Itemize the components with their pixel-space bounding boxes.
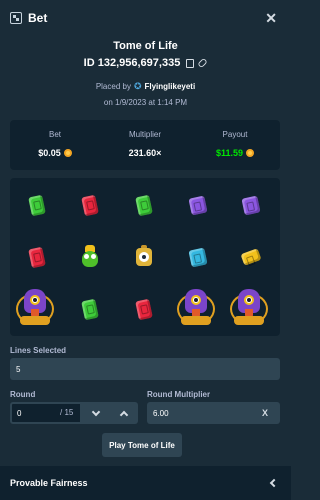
username-link[interactable]: Flyinglikeyeti bbox=[145, 82, 196, 91]
close-icon[interactable]: ✕ bbox=[265, 11, 277, 25]
copy-icon[interactable] bbox=[186, 58, 195, 68]
red-gem-icon bbox=[120, 285, 168, 333]
stat-bet-label: Bet bbox=[48, 130, 61, 139]
round-multiplier-value: 6.00 bbox=[153, 408, 169, 418]
lines-selected-field[interactable]: 5 bbox=[10, 358, 280, 380]
green-creature-icon bbox=[66, 233, 114, 281]
link-icon[interactable] bbox=[197, 57, 209, 69]
round-increment-button[interactable] bbox=[110, 402, 138, 424]
chevron-left-icon bbox=[269, 478, 279, 488]
lines-selected-label: Lines Selected bbox=[10, 346, 67, 355]
slot-grid bbox=[10, 178, 280, 336]
game-title: Tome of Life bbox=[113, 40, 178, 52]
coin-icon bbox=[246, 149, 255, 157]
multiplier-x-suffix: X bbox=[261, 408, 268, 418]
stat-bet-value-row: $0.05 bbox=[10, 148, 100, 158]
round-decrement-button[interactable] bbox=[82, 402, 110, 424]
stat-bet-value: $0.05 bbox=[38, 148, 61, 158]
purple-idol-icon bbox=[225, 283, 273, 331]
modal-header: Bet bbox=[0, 0, 291, 36]
blue-gem-icon bbox=[174, 233, 222, 281]
bet-id: ID 132,956,697,335 bbox=[83, 57, 181, 69]
chevron-up-icon bbox=[119, 410, 129, 419]
bet-date: on 1/9/2023 at 1:14 PM bbox=[103, 98, 188, 107]
stat-payout-value-row: $11.59 bbox=[190, 148, 280, 158]
bet-stats-panel: Bet $0.05 Multiplier 231.60× Payout $11.… bbox=[10, 120, 280, 170]
round-max: / 15 bbox=[60, 408, 74, 417]
round-label: Round bbox=[10, 390, 36, 399]
yellow-gem-icon bbox=[227, 233, 275, 281]
provable-fairness-toggle[interactable]: Provable Fairness bbox=[0, 466, 291, 500]
purple-gem-icon bbox=[227, 181, 275, 229]
play-game-button[interactable]: Play Tome of Life bbox=[102, 433, 182, 457]
purple-gem-icon bbox=[174, 181, 222, 229]
stat-payout: Payout $11.59 bbox=[190, 120, 280, 170]
round-multiplier-field[interactable]: 6.00 X bbox=[147, 402, 280, 424]
red-gem-icon bbox=[13, 233, 61, 281]
purple-idol-icon bbox=[11, 283, 59, 331]
coin-icon bbox=[63, 149, 72, 157]
vip-star-icon: ✪ bbox=[133, 81, 142, 91]
red-gem-icon bbox=[66, 181, 114, 229]
placed-by-label: Placed by bbox=[95, 82, 131, 91]
placed-by-row: Placed by ✪ Flyinglikeyeti bbox=[0, 81, 291, 92]
stat-multiplier-value: 231.60× bbox=[128, 148, 162, 158]
stat-multiplier-label: Multiplier bbox=[128, 130, 161, 139]
bet-icon bbox=[10, 12, 22, 24]
chevron-down-icon bbox=[91, 407, 101, 416]
purple-idol-icon bbox=[172, 283, 220, 331]
lines-selected-value: 5 bbox=[16, 364, 21, 374]
round-multiplier-label: Round Multiplier bbox=[147, 390, 211, 399]
stat-payout-label: Payout bbox=[222, 130, 248, 139]
stat-bet: Bet $0.05 bbox=[10, 120, 100, 170]
green-gem-icon bbox=[13, 181, 61, 229]
stat-payout-value: $11.59 bbox=[215, 148, 244, 158]
bet-id-row: ID 132,956,697,335 bbox=[0, 57, 291, 69]
eye-lantern-icon bbox=[120, 233, 168, 281]
green-gem-icon bbox=[66, 285, 114, 333]
provable-fairness-label: Provable Fairness bbox=[10, 478, 88, 488]
stat-multiplier: Multiplier 231.60× bbox=[100, 120, 190, 170]
round-value: 0 bbox=[17, 408, 22, 418]
green-gem-icon bbox=[120, 181, 168, 229]
modal-title: Bet bbox=[28, 11, 48, 25]
